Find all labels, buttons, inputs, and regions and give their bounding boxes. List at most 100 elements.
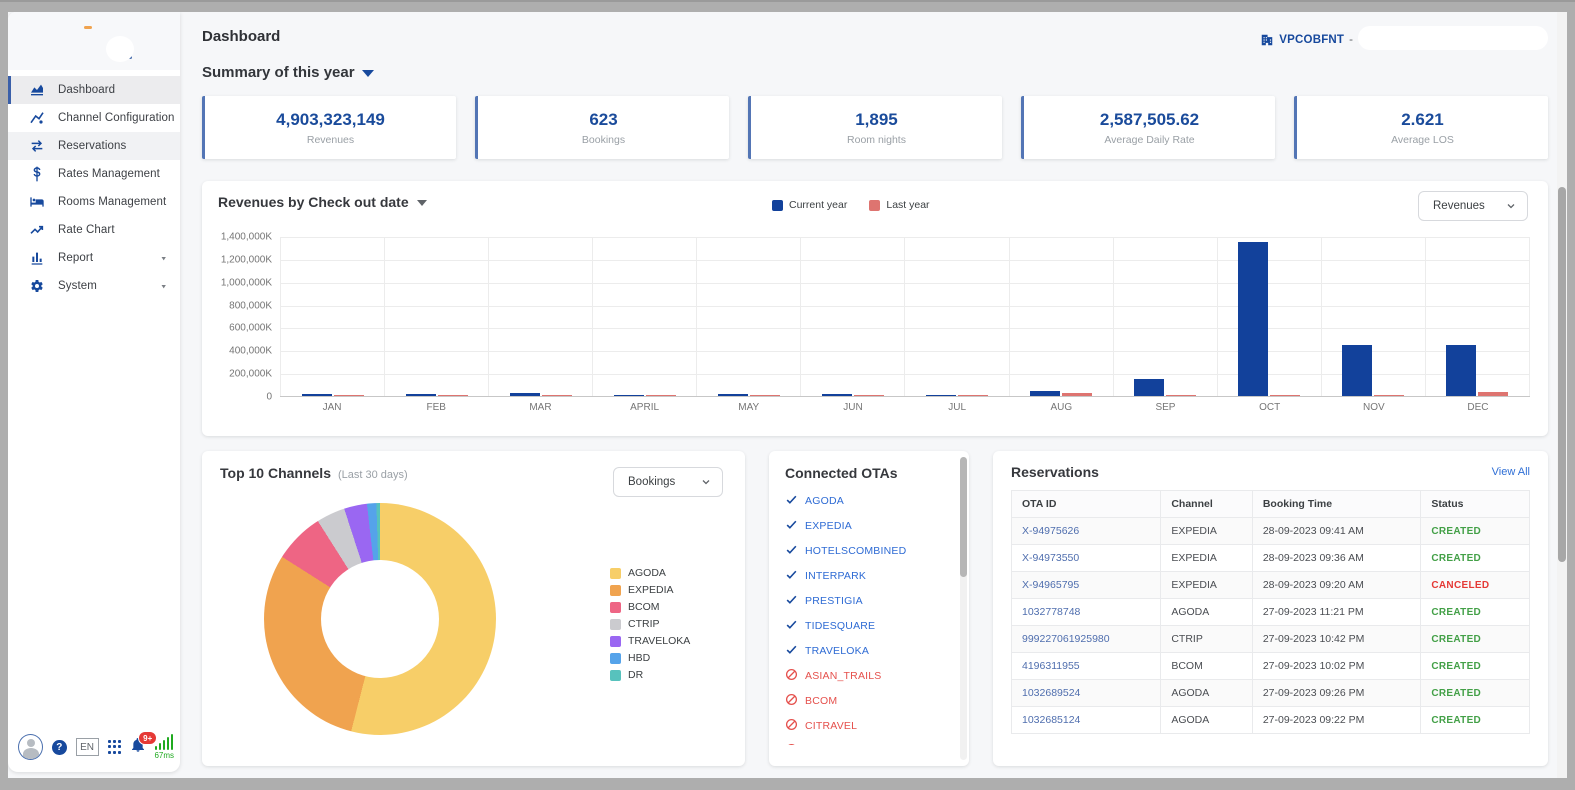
- summary-card-bookings: 623Bookings: [475, 96, 729, 159]
- channels-metric-select[interactable]: Bookings: [613, 467, 723, 497]
- ota-name: PRESTIGIA: [805, 595, 863, 607]
- booking-time-cell: 27-09-2023 11:21 PM: [1252, 599, 1421, 626]
- hotel-name-redacted: [1358, 26, 1548, 50]
- page-scrollbar[interactable]: [1557, 12, 1567, 778]
- bar-last-year: [1374, 395, 1404, 396]
- y-tick-label: 600,000K: [229, 323, 272, 334]
- dashboard-icon: [28, 82, 45, 99]
- reservations-icon: [28, 138, 45, 155]
- language-selector[interactable]: EN: [76, 738, 99, 756]
- ota-item-interpark[interactable]: INTERPARK: [785, 568, 969, 584]
- donut-legend-item-agoda: AGODA: [610, 567, 690, 579]
- ota-scrollbar[interactable]: [960, 457, 967, 760]
- connected-otas-card: Connected OTAs AGODAEXPEDIAHOTELSCOMBINE…: [769, 451, 969, 766]
- column-header-channel: Channel: [1161, 491, 1252, 518]
- reservations-card: Reservations View All OTA IDChannelBooki…: [993, 451, 1548, 766]
- ota-id-link[interactable]: 1032778748: [1012, 599, 1161, 626]
- y-tick-label: 400,000K: [229, 346, 272, 357]
- notifications-bell-icon[interactable]: 9+: [130, 737, 147, 757]
- view-all-link[interactable]: View All: [1492, 466, 1530, 478]
- ota-item-prestigia[interactable]: PRESTIGIA: [785, 593, 969, 609]
- user-avatar[interactable]: [18, 734, 43, 760]
- page-scrollbar-thumb[interactable]: [1558, 187, 1566, 562]
- apps-grid-icon[interactable]: [108, 740, 121, 754]
- ota-id-link[interactable]: X-94973550: [1012, 545, 1161, 572]
- table-row: 1032689524AGODA27-09-2023 09:26 PMCREATE…: [1012, 680, 1530, 707]
- bar-group-nov: [1321, 237, 1425, 396]
- check-icon: [785, 643, 798, 659]
- card-label: Bookings: [582, 134, 625, 146]
- sidebar-item-reservations[interactable]: Reservations: [8, 132, 180, 160]
- summary-card-average-los: 2.621 Average LOS: [1294, 96, 1548, 159]
- chevron-down-icon: [700, 476, 712, 488]
- table-row: X-94973550EXPEDIA28-09-2023 09:36 AMCREA…: [1012, 545, 1530, 572]
- chevron-down-icon: [1505, 200, 1517, 212]
- column-header-status: Status: [1421, 491, 1530, 518]
- sidebar-item-rates-management[interactable]: Rates Management: [8, 160, 180, 188]
- bar-group-april: [592, 237, 696, 396]
- sidebar-footer: ? EN 9+ 67ms: [18, 730, 174, 764]
- bar-current-year: [718, 394, 748, 396]
- ota-item-crystabaya_b2c[interactable]: CRYSTABAYA_B2C: [785, 743, 969, 745]
- ota-id-link[interactable]: 1032689524: [1012, 680, 1161, 707]
- x-tick-label: FEB: [384, 397, 488, 413]
- ota-scrollbar-thumb[interactable]: [960, 457, 967, 577]
- ota-id-link[interactable]: X-94965795: [1012, 572, 1161, 599]
- check-icon: [785, 493, 798, 509]
- summary-card-room-nights: 1,895Room nights: [748, 96, 1002, 159]
- sidebar-item-channel-configuration[interactable]: Channel Configuration: [8, 104, 180, 132]
- ota-item-hotelscombined[interactable]: HOTELSCOMBINED: [785, 543, 969, 559]
- select-value: Revenues: [1433, 200, 1485, 212]
- ota-item-bcom[interactable]: BCOM: [785, 693, 969, 709]
- account-selector[interactable]: VPCOBFNT -: [1260, 30, 1548, 50]
- ota-id-link[interactable]: 1032685124: [1012, 707, 1161, 734]
- ota-item-traveloka[interactable]: TRAVELOKA: [785, 643, 969, 659]
- bar-current-year: [614, 395, 644, 396]
- ota-id-link[interactable]: X-94975626: [1012, 518, 1161, 545]
- card-label: Average LOS: [1391, 134, 1454, 146]
- period-selector[interactable]: Summary of this year: [202, 64, 1548, 81]
- blocked-icon: [785, 668, 798, 684]
- x-tick-label: DEC: [1426, 397, 1530, 413]
- bar-current-year: [926, 395, 956, 396]
- legend-item: Current year: [772, 199, 847, 211]
- y-tick-label: 0: [266, 392, 272, 403]
- ota-id-link[interactable]: 999227061925980: [1012, 626, 1161, 653]
- ota-id-link[interactable]: 4196311955: [1012, 653, 1161, 680]
- ota-item-agoda[interactable]: AGODA: [785, 493, 969, 509]
- status-badge: CREATED: [1421, 707, 1530, 734]
- legend-item: Last year: [869, 199, 929, 211]
- revenue-metric-select[interactable]: Revenues: [1418, 191, 1528, 221]
- revenue-chart-title-dropdown[interactable]: Revenues by Check out date: [218, 194, 427, 210]
- status-badge: CANCELED: [1421, 572, 1530, 599]
- ota-name: CITRAVEL: [805, 720, 857, 732]
- table-row: 1032685124AGODA27-09-2023 09:22 PMCREATE…: [1012, 707, 1530, 734]
- building-icon: [1260, 33, 1274, 47]
- sidebar-item-label: Rate Chart: [58, 224, 115, 236]
- help-icon[interactable]: ?: [52, 740, 66, 755]
- column-header-ota-id: OTA ID: [1012, 491, 1161, 518]
- legend-label: AGODA: [628, 567, 666, 579]
- status-badge: CREATED: [1421, 518, 1530, 545]
- donut-legend-item-traveloka: TRAVELOKA: [610, 635, 690, 647]
- sidebar-item-rooms-management[interactable]: Rooms Management: [8, 188, 180, 216]
- sidebar-item-system[interactable]: System▾: [8, 272, 180, 300]
- bar-group-jun: [800, 237, 904, 396]
- ota-item-asian_trails[interactable]: ASIAN_TRAILS: [785, 668, 969, 684]
- ota-name: ASIAN_TRAILS: [805, 670, 882, 682]
- ota-item-citravel[interactable]: CITRAVEL: [785, 718, 969, 734]
- bar-group-jan: [280, 237, 384, 396]
- sidebar-item-rate-chart[interactable]: Rate Chart: [8, 216, 180, 244]
- ota-item-tidesquare[interactable]: TIDESQUARE: [785, 618, 969, 634]
- y-tick-label: 1,400,000K: [221, 232, 272, 243]
- rate-chart-icon: [28, 222, 45, 239]
- blocked-icon: [785, 743, 798, 745]
- ota-item-expedia[interactable]: EXPEDIA: [785, 518, 969, 534]
- booking-time-cell: 27-09-2023 09:22 PM: [1252, 707, 1421, 734]
- card-label: Average Daily Rate: [1104, 134, 1194, 146]
- card-value: 2.621: [1401, 110, 1444, 130]
- sidebar-item-dashboard[interactable]: Dashboard: [8, 76, 180, 104]
- bar-group-jul: [904, 237, 1008, 396]
- rates-icon: [28, 166, 45, 183]
- sidebar-item-report[interactable]: Report▾: [8, 244, 180, 272]
